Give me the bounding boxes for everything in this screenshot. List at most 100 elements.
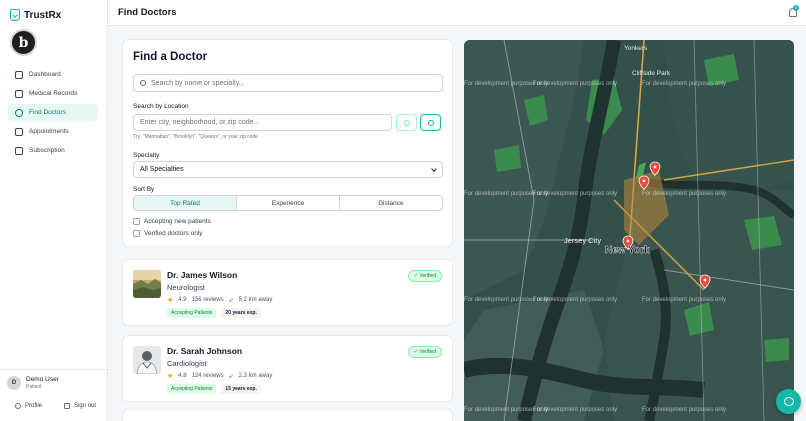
chevron-down-icon <box>431 165 437 172</box>
accepting-label: Accepting new patients <box>144 218 211 225</box>
account-logo[interactable]: b <box>10 29 37 56</box>
logout-icon <box>64 403 71 409</box>
sidebar-item-label: Medical Records <box>29 90 78 97</box>
sidebar-item-label: Find Doctors <box>29 109 66 116</box>
doctor-reviews: 124 reviews <box>191 373 224 379</box>
location-input[interactable]: Enter city, neighborhood, or zip code... <box>133 114 392 131</box>
map-watermark: For development purposes only <box>642 407 727 413</box>
doctor-name[interactable]: Dr. Sarah Johnson <box>167 346 242 356</box>
map-watermark: For development purposes only <box>533 81 618 87</box>
search-panel: Find a Doctor Search by name or specialt… <box>122 39 453 247</box>
doctor-rating: 4.9 <box>178 297 187 303</box>
map-watermark: For development purposes only <box>533 297 618 303</box>
notification-badge: 2 <box>793 5 799 11</box>
map-label-cliffside: Cliffside Park <box>632 70 671 77</box>
sort-toggle: Top Rated Experience Distance <box>133 195 443 211</box>
doctor-card[interactable]: Dr. Sarah Johnson Cardiologist ★ 4.8 124… <box>122 335 453 402</box>
sort-experience[interactable]: Experience <box>237 196 340 210</box>
doctor-meta: ★ 4.9 156 reviews ➶ 5.2 km away <box>167 296 272 304</box>
doctor-card[interactable] <box>122 409 453 421</box>
user-icon <box>15 108 23 117</box>
search-icon <box>403 119 410 126</box>
sidebar-item-label: Appointments <box>29 128 69 135</box>
map-watermark: For development purposes only <box>533 407 618 413</box>
specialty-label: Specialty <box>133 152 160 159</box>
specialty-select[interactable]: All Specialties <box>133 161 443 178</box>
doctor-photo <box>133 346 161 374</box>
crosshair-icon <box>427 119 434 126</box>
doctor-photo <box>133 270 161 298</box>
verified-badge: ✓ Verified <box>407 346 442 358</box>
sort-label: Sort By <box>133 186 155 193</box>
map-label-new-york: New York <box>605 245 650 256</box>
verified-checkbox[interactable] <box>133 230 140 237</box>
navigation-icon: ➶ <box>228 297 234 304</box>
search-input[interactable]: Search by name or specialty... <box>133 74 443 92</box>
specialty-value: All Specialties <box>140 166 184 173</box>
top-bar: Find Doctors 2 <box>108 0 806 26</box>
doctor-tags: Accepting Patients 20 years exp. <box>167 308 261 318</box>
credit-card-icon <box>15 146 23 155</box>
search-location-button[interactable] <box>396 114 417 131</box>
doctor-card[interactable]: Dr. James Wilson Neurologist ★ 4.9 156 r… <box>122 259 453 326</box>
avatar: D <box>7 376 21 390</box>
gear-icon <box>15 403 21 409</box>
star-icon: ★ <box>167 297 174 304</box>
map-watermark: For development purposes only <box>642 297 727 303</box>
navigation-icon: ➶ <box>228 373 234 380</box>
map-watermark: For development purposes only <box>642 81 727 87</box>
sidebar-nav: Dashboard Medical Records Find Doctors A… <box>8 66 98 161</box>
experience-badge: 15 years exp. <box>221 384 261 394</box>
calendar-icon <box>15 127 23 136</box>
sidebar-item-find-doctors[interactable]: Find Doctors <box>8 104 98 121</box>
brand-name: TrustRx <box>24 9 62 21</box>
profile-label: Profile <box>25 403 43 409</box>
search-icon <box>140 80 146 86</box>
status-badge: Accepting Patients <box>167 308 217 318</box>
chat-icon <box>783 397 794 406</box>
doctor-rating: 4.8 <box>178 373 187 379</box>
map-watermark: For development purposes only <box>642 191 727 197</box>
doctor-specialty: Neurologist <box>167 283 205 292</box>
sort-distance[interactable]: Distance <box>340 196 442 210</box>
location-hint: Try: "Manhattan", "Brooklyn", "Queens", … <box>133 134 258 140</box>
doctor-meta: ★ 4.8 124 reviews ➶ 2.3 km away <box>167 372 272 380</box>
home-icon <box>15 70 23 79</box>
sidebar-item-label: Subscription <box>29 147 65 154</box>
verified-label: Verified doctors only <box>144 230 203 237</box>
verified-badge: ✓ Verified <box>407 270 442 282</box>
doctor-reviews: 156 reviews <box>191 297 224 303</box>
sort-top-rated[interactable]: Top Rated <box>134 196 237 210</box>
sidebar-item-label: Dashboard <box>29 71 61 78</box>
sign-out-label: Sign out <box>74 403 97 409</box>
sidebar: TrustRx b Dashboard Medical Records Find… <box>0 0 108 421</box>
map-watermark: For development purposes only <box>533 191 618 197</box>
sidebar-item-appointments[interactable]: Appointments <box>8 123 98 140</box>
shield-check-icon <box>10 9 20 21</box>
verified-filter[interactable]: Verified doctors only <box>133 230 203 237</box>
map-label-yonkers: Yonkers <box>624 45 648 52</box>
doctor-specialty: Cardiologist <box>167 359 207 368</box>
status-badge: Accepting Patients <box>167 384 217 394</box>
map-canvas: Yonkers Cliffside Park Jersey City New Y… <box>464 40 794 421</box>
profile-link[interactable]: Profile <box>15 403 42 409</box>
sign-out-link[interactable]: Sign out <box>64 403 96 409</box>
search-placeholder: Search by name or specialty... <box>151 79 245 87</box>
sidebar-item-medical-records[interactable]: Medical Records <box>8 85 98 102</box>
sidebar-item-dashboard[interactable]: Dashboard <box>8 66 98 83</box>
sidebar-item-subscription[interactable]: Subscription <box>8 142 98 159</box>
user-profile[interactable]: D Demo User Patient <box>7 376 59 390</box>
use-my-location-button[interactable] <box>420 114 441 131</box>
accepting-checkbox[interactable] <box>133 218 140 225</box>
star-icon: ★ <box>167 373 174 380</box>
map-view[interactable]: Yonkers Cliffside Park Jersey City New Y… <box>464 40 794 421</box>
file-icon <box>15 89 23 98</box>
doctor-name[interactable]: Dr. James Wilson <box>167 270 237 280</box>
accepting-filter[interactable]: Accepting new patients <box>133 218 211 225</box>
doctor-distance: 5.2 km away <box>238 297 273 303</box>
brand[interactable]: TrustRx <box>10 9 61 21</box>
doctor-tags: Accepting Patients 15 years exp. <box>167 384 261 394</box>
doctor-distance: 2.3 km away <box>238 373 273 379</box>
page-title: Find Doctors <box>118 7 177 18</box>
chat-button[interactable] <box>776 389 801 414</box>
